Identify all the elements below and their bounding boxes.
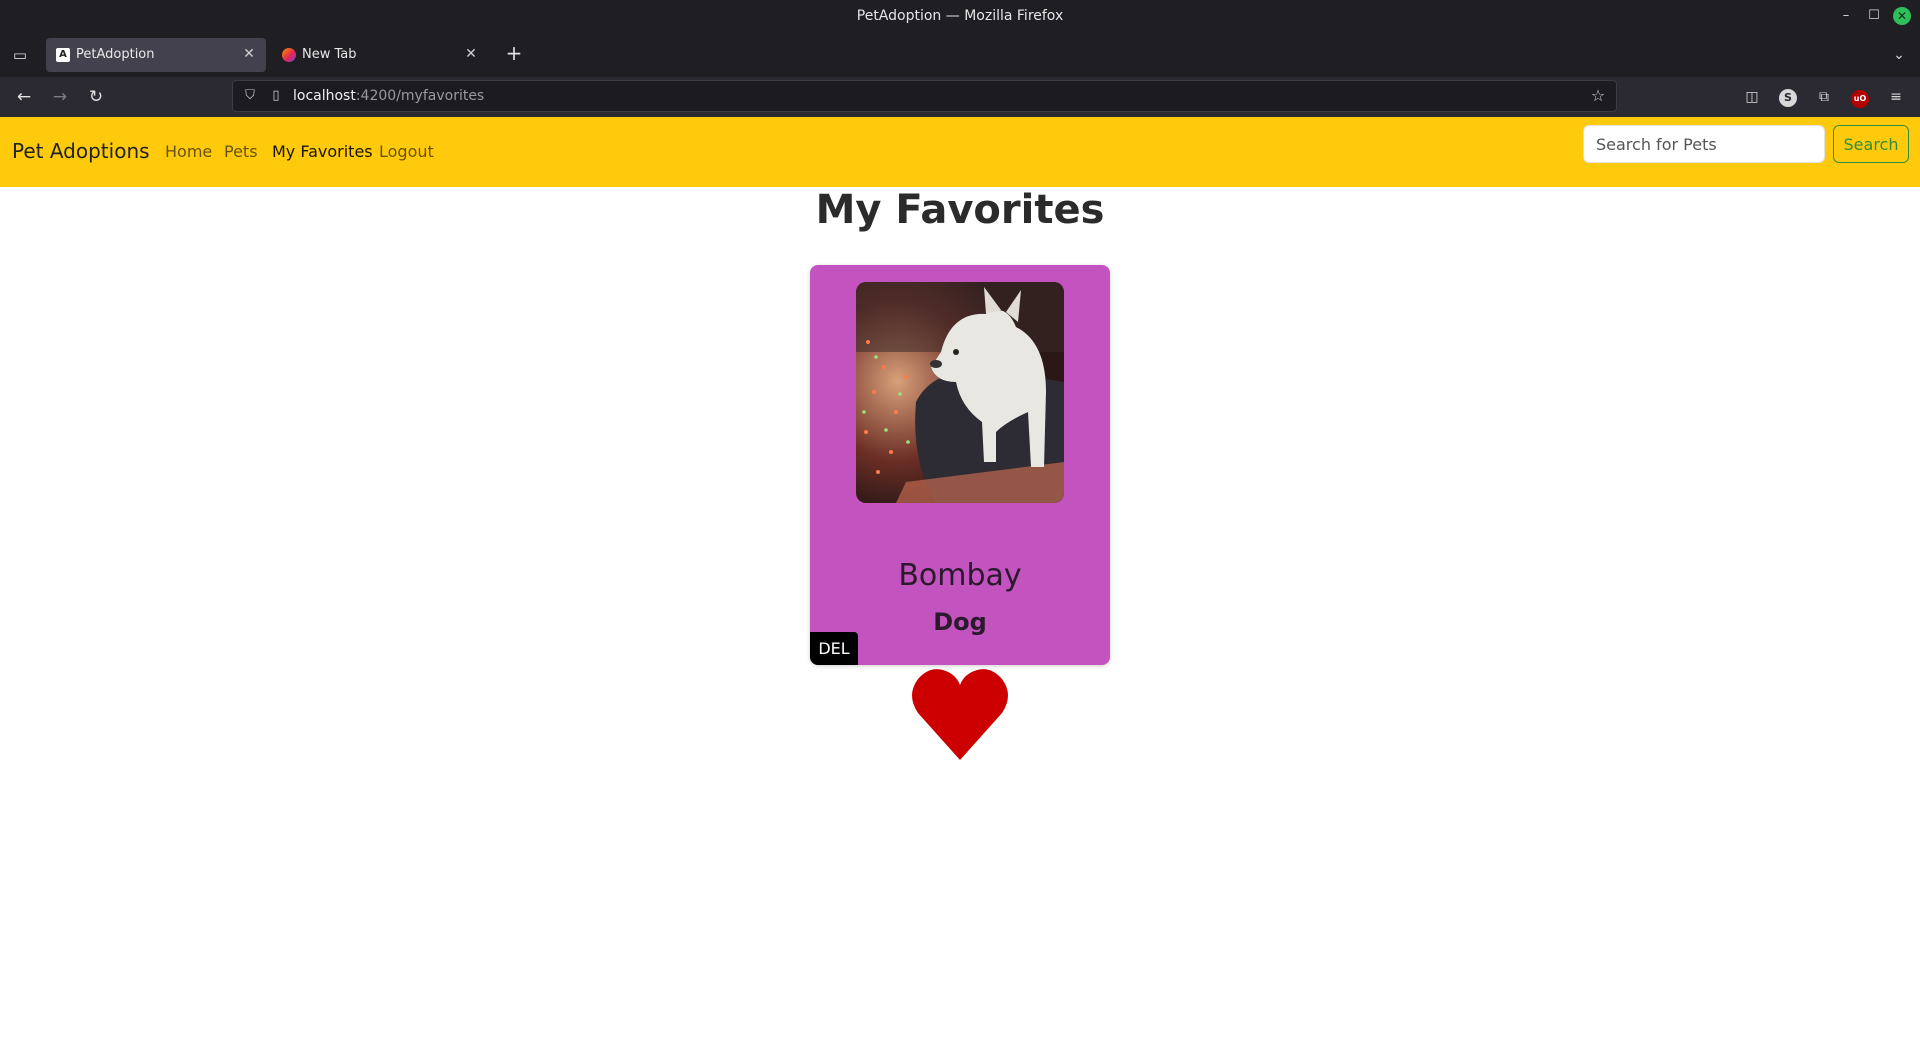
browser-toolbar: ← → ↻ ⛉ ▯ localhost:4200/myfavorites ☆ ◫… [0, 77, 1920, 117]
nav-link-my-favorites[interactable]: My Favorites [272, 142, 373, 161]
window-titlebar: PetAdoption — Mozilla Firefox – ☐ ✕ [0, 0, 1920, 32]
angular-favicon-icon: A [56, 48, 70, 62]
url-text[interactable]: localhost:4200/myfavorites [293, 88, 484, 104]
tab-petadoption[interactable]: A PetAdoption ✕ [46, 38, 266, 72]
pet-photo-image [856, 282, 1064, 503]
tab-label: New Tab [302, 47, 357, 62]
search-button[interactable]: Search [1833, 125, 1909, 163]
address-bar[interactable]: ⛉ ▯ localhost:4200/myfavorites ☆ [232, 80, 1617, 112]
tracking-protection-shield-icon[interactable]: ⛉ [241, 87, 259, 105]
page-title: My Favorites [815, 187, 1105, 233]
pet-photo [856, 282, 1064, 503]
ublock-origin-icon[interactable]: uO [1848, 85, 1872, 109]
minimize-icon[interactable]: – [1838, 8, 1854, 24]
nav-link-home[interactable]: Home [165, 142, 212, 161]
firefox-view-icon[interactable]: ▭ [10, 45, 30, 65]
extensions-puzzle-icon[interactable]: ⧉ [1812, 85, 1836, 109]
window-title: PetAdoption — Mozilla Firefox [856, 8, 1064, 24]
url-path: :4200/myfavorites [355, 88, 485, 104]
hamburger-menu-icon[interactable]: ≡ [1884, 85, 1908, 109]
back-arrow-icon[interactable]: ← [12, 85, 36, 109]
page-info-icon[interactable]: ▯ [267, 87, 285, 105]
pocket-icon[interactable]: ◫ [1740, 85, 1764, 109]
ublock-badge: uO [1851, 90, 1869, 108]
forward-arrow-icon[interactable]: → [48, 85, 72, 109]
tab-close-icon[interactable]: ✕ [240, 45, 258, 63]
delete-favorite-button[interactable]: DEL [810, 632, 858, 665]
account-sync-icon[interactable]: S [1776, 85, 1800, 109]
account-avatar: S [1779, 89, 1797, 107]
close-window-icon[interactable]: ✕ [1893, 7, 1911, 25]
maximize-icon[interactable]: ☐ [1866, 8, 1882, 24]
site-brand[interactable]: Pet Adoptions [12, 139, 150, 163]
tab-bar: ▭ A PetAdoption ✕ New Tab ✕ [0, 32, 1920, 77]
web-page: Pet Adoptions Home Pets My Favorites Log… [0, 117, 1920, 1050]
firefox-favicon-icon [282, 48, 296, 62]
tab-new-tab[interactable]: New Tab ✕ [272, 38, 488, 72]
bookmark-star-icon[interactable]: ☆ [1588, 86, 1608, 106]
search-input[interactable] [1583, 125, 1825, 163]
favorite-heart-icon[interactable] [910, 665, 1010, 762]
list-all-tabs-chevron-icon[interactable]: ⌄ [1888, 44, 1910, 66]
reload-icon[interactable]: ↻ [84, 85, 108, 109]
url-host: localhost [293, 88, 356, 104]
pet-name: Bombay [898, 558, 1022, 593]
nav-link-pets[interactable]: Pets [224, 142, 258, 161]
site-navbar: Pet Adoptions Home Pets My Favorites Log… [0, 117, 1920, 187]
tab-label: PetAdoption [76, 47, 155, 62]
pet-card[interactable]: Bombay Dog DEL [810, 265, 1110, 665]
tab-close-icon[interactable]: ✕ [462, 45, 480, 63]
nav-link-logout[interactable]: Logout [379, 142, 434, 161]
new-tab-plus-icon[interactable]: + [500, 40, 528, 68]
